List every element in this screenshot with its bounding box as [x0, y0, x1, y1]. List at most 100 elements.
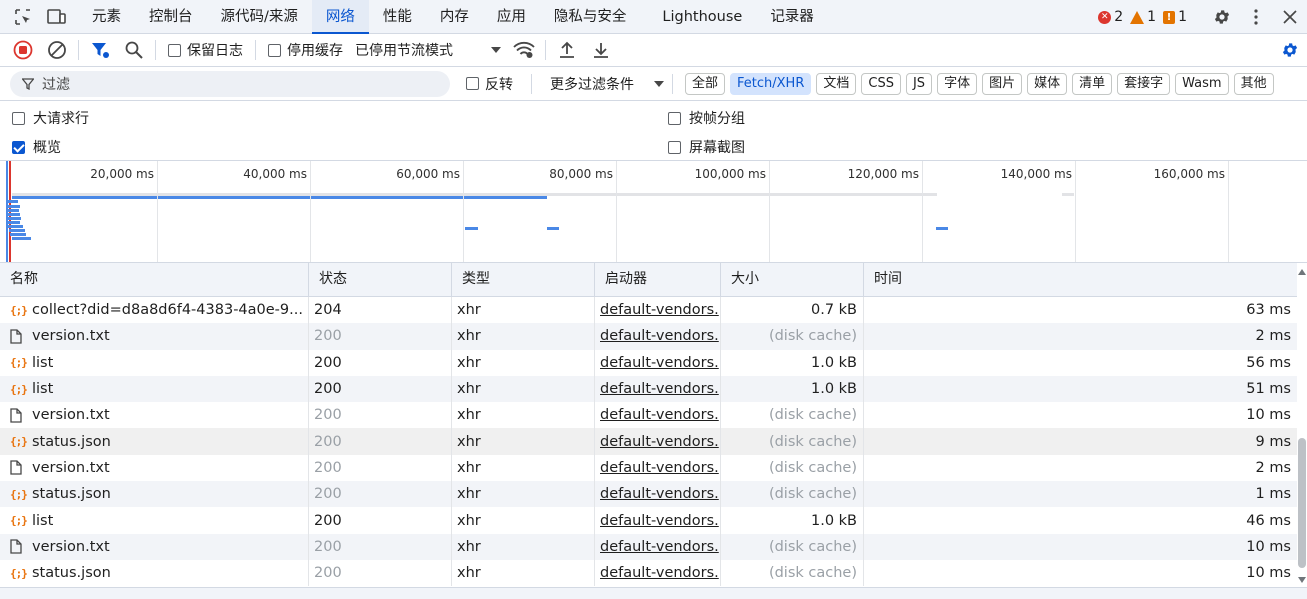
tab-7[interactable]: 隐私与安全: [540, 0, 641, 34]
checkbox-box[interactable]: [668, 140, 681, 154]
checkbox-box[interactable]: [12, 111, 25, 125]
invert-checkbox[interactable]: 反转: [458, 74, 521, 94]
request-name-cell[interactable]: version.txt: [0, 454, 309, 482]
clear-log-icon[interactable]: [40, 34, 74, 67]
column-header-status[interactable]: 状态: [309, 263, 452, 297]
column-header-size[interactable]: 大小: [721, 263, 864, 297]
filter-chip-7[interactable]: 媒体: [1027, 72, 1068, 95]
filter-chip-10[interactable]: Wasm: [1175, 72, 1229, 95]
show-overview-checkbox[interactable]: 概览: [12, 137, 61, 157]
column-header-initiator[interactable]: 启动器: [595, 263, 721, 297]
capture-screenshots-checkbox[interactable]: 屏幕截图: [668, 137, 745, 157]
preserve-log-checkbox[interactable]: 保留日志: [160, 40, 251, 60]
request-row[interactable]: {;} status.json 200 xhr default-vendors. (dis…: [0, 428, 1297, 455]
request-name-cell[interactable]: {;} list: [0, 507, 309, 534]
tab-8[interactable]: Lighthouse: [648, 0, 756, 34]
column-header-name[interactable]: 名称: [0, 263, 309, 297]
tab-1[interactable]: 控制台: [135, 0, 207, 34]
request-row[interactable]: {;} list 200 xhr default-vendors. 1.0 kB 56 ms: [0, 349, 1297, 376]
request-name-cell[interactable]: {;} collect?did=d8a8d6f4-4383-4a0e-9...: [0, 297, 309, 324]
overview-timeline[interactable]: 20,000 ms 40,000 ms 60,000 ms 80,000 ms 100,…: [0, 161, 1307, 263]
filter-chip-3[interactable]: CSS: [861, 72, 901, 95]
tab-9[interactable]: 记录器: [756, 0, 828, 34]
filter-input[interactable]: 过滤: [10, 70, 450, 97]
tab-6[interactable]: 应用: [483, 0, 540, 34]
big-request-rows-checkbox[interactable]: 大请求行: [12, 108, 89, 128]
column-header-time[interactable]: 时间: [864, 263, 1297, 297]
tab-3[interactable]: 网络: [311, 0, 369, 34]
filter-chip-9[interactable]: 套接字: [1117, 72, 1171, 95]
filter-funnel-icon[interactable]: [83, 34, 117, 67]
device-toolbar-icon[interactable]: [44, 4, 70, 30]
tab-5[interactable]: 内存: [426, 0, 483, 34]
filter-chip-0[interactable]: 全部: [685, 72, 726, 95]
request-row[interactable]: version.txt 200 xhr default-vendors. (disk c…: [0, 402, 1297, 429]
import-har-upload-icon[interactable]: [550, 34, 584, 67]
scrollbar-thumb[interactable]: [1298, 438, 1306, 568]
group-by-frame-checkbox[interactable]: 按帧分组: [668, 108, 745, 128]
checkbox-box[interactable]: [268, 43, 281, 57]
filter-chip-5[interactable]: 字体: [937, 72, 978, 95]
filter-chip-4[interactable]: JS: [905, 72, 933, 95]
tab-0[interactable]: 元素: [78, 0, 135, 34]
initiator-link[interactable]: default-vendors.: [600, 460, 719, 476]
checkbox-box[interactable]: [466, 77, 479, 90]
request-row[interactable]: version.txt 200 xhr default-vendors. (disk c…: [0, 533, 1297, 560]
settings-gear-icon[interactable]: [1205, 0, 1239, 34]
table-scrollbar[interactable]: [1297, 263, 1307, 587]
disable-cache-checkbox[interactable]: 停用缓存: [260, 40, 351, 60]
stop-recording-icon[interactable]: [6, 34, 40, 67]
more-options-icon[interactable]: [1239, 0, 1273, 34]
initiator-link[interactable]: default-vendors.: [600, 434, 719, 450]
tab-2[interactable]: 源代码/来源: [207, 0, 312, 34]
request-name-cell[interactable]: {;} list: [0, 375, 309, 403]
selection-start-handle[interactable]: [6, 161, 8, 262]
filter-chip-11[interactable]: 其他: [1233, 72, 1274, 95]
request-row[interactable]: version.txt 200 xhr default-vendors. (disk c…: [0, 323, 1297, 350]
column-header-type[interactable]: 类型: [452, 263, 595, 297]
request-row[interactable]: {;} list 200 xhr default-vendors. 1.0 kB 51 ms: [0, 375, 1297, 403]
network-settings-gear-icon[interactable]: [1273, 34, 1307, 67]
request-row[interactable]: version.txt 200 xhr default-vendors. (disk c…: [0, 454, 1297, 482]
initiator-link[interactable]: default-vendors.: [600, 539, 719, 555]
request-row[interactable]: {;} list 200 xhr default-vendors. 1.0 kB 46 ms: [0, 507, 1297, 534]
request-name-cell[interactable]: {;} list: [0, 349, 309, 376]
initiator-link[interactable]: default-vendors.: [600, 407, 719, 423]
filter-chip-1[interactable]: Fetch/XHR: [730, 72, 812, 95]
request-name-cell[interactable]: {;} status.json: [0, 481, 309, 508]
request-row[interactable]: {;} collect?did=d8a8d6f4-4383-4a0e-9... 20…: [0, 297, 1297, 324]
issue-count[interactable]: ! 1: [1163, 9, 1187, 25]
filter-chip-6[interactable]: 图片: [982, 72, 1023, 95]
initiator-link[interactable]: default-vendors.: [600, 355, 719, 371]
search-icon[interactable]: [117, 34, 151, 67]
export-har-download-icon[interactable]: [584, 34, 618, 67]
status-counters[interactable]: ✕ 2 1 ! 1: [1098, 0, 1187, 34]
filter-chip-2[interactable]: 文档: [816, 72, 857, 95]
request-name-cell[interactable]: version.txt: [0, 323, 309, 350]
network-conditions-wifi-icon[interactable]: [507, 34, 541, 67]
request-name-cell[interactable]: version.txt: [0, 402, 309, 429]
scroll-up-arrow-icon[interactable]: [1298, 269, 1306, 275]
request-name-cell[interactable]: version.txt: [0, 533, 309, 560]
checkbox-box-checked[interactable]: [12, 140, 25, 154]
more-filters-dropdown[interactable]: 更多过滤条件: [546, 74, 664, 94]
initiator-link[interactable]: default-vendors.: [600, 302, 719, 318]
filter-chip-8[interactable]: 清单: [1072, 72, 1113, 95]
initiator-link[interactable]: default-vendors.: [600, 381, 719, 397]
checkbox-box[interactable]: [168, 43, 181, 57]
checkbox-box[interactable]: [668, 111, 681, 125]
warning-count[interactable]: 1: [1130, 9, 1156, 25]
error-count[interactable]: ✕ 2: [1098, 9, 1123, 25]
initiator-link[interactable]: default-vendors.: [600, 565, 719, 581]
initiator-link[interactable]: default-vendors.: [600, 328, 719, 344]
close-devtools-icon[interactable]: [1273, 0, 1307, 34]
scroll-down-arrow-icon[interactable]: [1298, 577, 1306, 583]
request-name-cell[interactable]: {;} status.json: [0, 428, 309, 455]
initiator-link[interactable]: default-vendors.: [600, 486, 719, 502]
request-name-cell[interactable]: {;} status.json: [0, 559, 309, 587]
tab-4[interactable]: 性能: [369, 0, 426, 34]
throttling-select[interactable]: 已停用节流模式: [351, 40, 501, 60]
initiator-link[interactable]: default-vendors.: [600, 513, 719, 529]
inspect-element-icon[interactable]: [10, 4, 36, 30]
request-row[interactable]: {;} status.json 200 xhr default-vendors. (dis…: [0, 481, 1297, 508]
